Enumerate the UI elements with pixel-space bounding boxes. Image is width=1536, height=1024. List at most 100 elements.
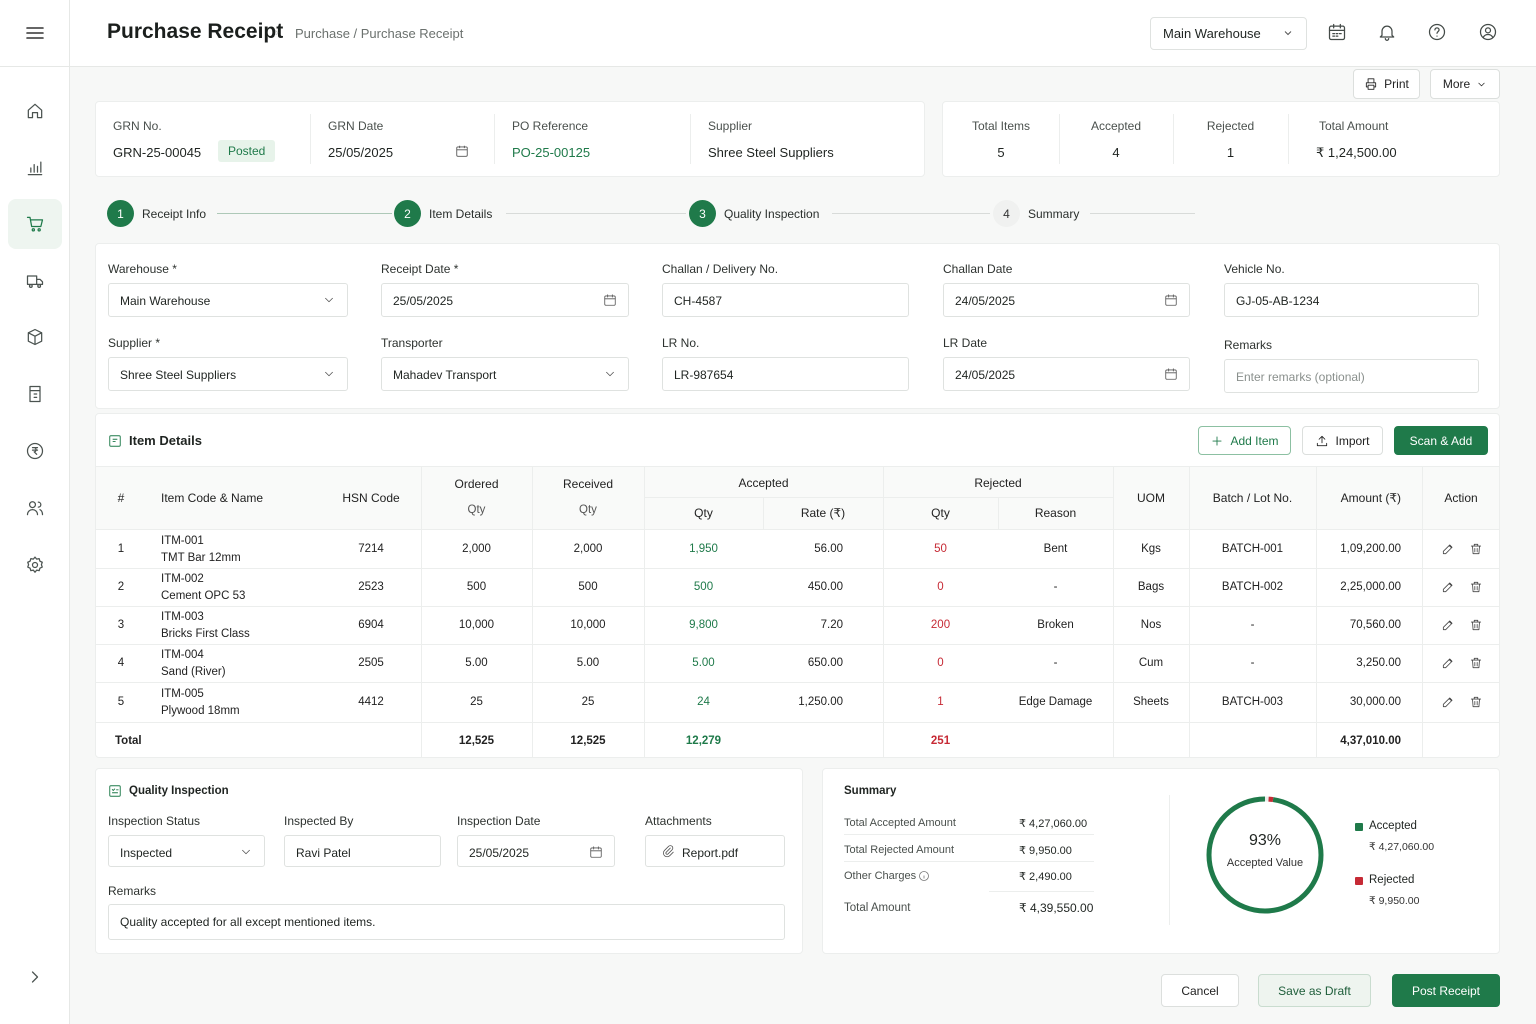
inspection-date-input[interactable]: 25/05/2025	[457, 835, 615, 867]
sidebar-item-inventory[interactable]	[8, 312, 62, 362]
reject-reason[interactable]: -	[998, 581, 1113, 593]
attachment-file[interactable]: Report.pdf	[645, 835, 785, 867]
reject-reason[interactable]: -	[998, 657, 1113, 669]
reject-reason[interactable]: Broken	[998, 619, 1113, 631]
bar-chart-icon	[27, 161, 43, 176]
row-num: 5	[117, 696, 125, 708]
post-receipt-button[interactable]: Post Receipt	[1392, 974, 1500, 1007]
lr-date-input[interactable]: 24/05/2025	[943, 357, 1190, 391]
step-3-label[interactable]: Quality Inspection	[724, 207, 819, 221]
hamburger-icon[interactable]	[25, 25, 45, 41]
accepted-rate[interactable]: 450.00	[763, 581, 843, 593]
delete-button[interactable]	[1469, 618, 1483, 635]
batch-lot[interactable]: -	[1189, 619, 1316, 631]
po-reference-link[interactable]: PO-25-00125	[512, 145, 590, 160]
sidebar-item-delivery[interactable]	[8, 256, 62, 306]
donut-percent: 93%	[1248, 832, 1282, 849]
print-button[interactable]: Print	[1353, 69, 1420, 99]
accepted-qty[interactable]: 1,950	[644, 543, 763, 555]
remarks-input[interactable]: Enter remarks (optional)	[1224, 359, 1479, 393]
receipt-date-input[interactable]: 25/05/2025	[381, 283, 629, 317]
delete-button[interactable]	[1469, 580, 1483, 597]
sidebar-item-finance[interactable]	[8, 426, 62, 476]
save-draft-button[interactable]: Save as Draft	[1258, 974, 1371, 1007]
inspection-date-value: 25/05/2025	[469, 846, 530, 860]
accepted-qty[interactable]: 5.00	[644, 657, 763, 669]
add-item-button[interactable]: Add Item	[1198, 426, 1291, 455]
inspection-status-select[interactable]: Inspected	[108, 835, 265, 867]
help-button[interactable]	[1427, 22, 1449, 44]
col-amount: Amount (₹)	[1340, 491, 1401, 505]
supplier-label: Supplier	[708, 119, 753, 133]
edit-button[interactable]	[1441, 542, 1455, 559]
delete-button[interactable]	[1469, 542, 1483, 559]
warehouse-select[interactable]: Main Warehouse	[108, 283, 348, 317]
accepted-qty[interactable]: 500	[644, 581, 763, 593]
transporter-select[interactable]: Mahadev Transport	[381, 357, 629, 391]
batch-lot[interactable]: BATCH-001	[1189, 543, 1316, 555]
uom: Nos	[1140, 619, 1162, 631]
pencil-icon	[1442, 582, 1453, 593]
sidebar-item-purchase[interactable]	[8, 199, 62, 249]
challan-date-input[interactable]: 24/05/2025	[943, 283, 1190, 317]
sidebar-expand[interactable]	[8, 952, 62, 1002]
edit-button[interactable]	[1441, 580, 1455, 597]
rejected-qty[interactable]: 1	[883, 696, 998, 708]
rejected-qty[interactable]: 0	[883, 657, 998, 669]
step-1-label[interactable]: Receipt Info	[142, 207, 206, 221]
more-button[interactable]: More	[1430, 69, 1500, 99]
rejected-qty[interactable]: 200	[883, 619, 998, 631]
calendar-button[interactable]	[1327, 22, 1349, 44]
edit-button[interactable]	[1441, 695, 1455, 712]
amount: 1,09,200.00	[1340, 543, 1401, 555]
cancel-button[interactable]: Cancel	[1161, 974, 1239, 1007]
sidebar-item-settings[interactable]	[8, 540, 62, 590]
edit-button[interactable]	[1441, 618, 1455, 635]
rejected-qty[interactable]: 50	[883, 543, 998, 555]
edit-button[interactable]	[1441, 656, 1455, 673]
accepted-rate[interactable]: 1,250.00	[763, 696, 843, 708]
po-reference-label: PO Reference	[512, 119, 589, 133]
grn-date-value: 25/05/2025	[328, 145, 394, 160]
step-2-circle[interactable]: 2	[394, 200, 421, 227]
accepted-rate[interactable]: 650.00	[763, 657, 843, 669]
challan-no-input[interactable]: CH-4587	[662, 283, 909, 317]
step-2-label[interactable]: Item Details	[429, 207, 492, 221]
step-1-circle[interactable]: 1	[107, 200, 134, 227]
inspected-by-input[interactable]: Ravi Patel	[284, 835, 441, 867]
vehicle-no-input[interactable]: GJ-05-AB-1234	[1224, 283, 1479, 317]
accepted-qty[interactable]: 24	[644, 696, 763, 708]
batch-lot[interactable]: BATCH-002	[1189, 581, 1316, 593]
attachments-label: Attachments	[645, 814, 712, 828]
reject-reason[interactable]: Edge Damage	[998, 696, 1113, 708]
sidebar-item-reports[interactable]	[8, 143, 62, 193]
lr-no-input[interactable]: LR-987654	[662, 357, 909, 391]
batch-lot[interactable]: BATCH-003	[1189, 696, 1316, 708]
quality-remarks-input[interactable]: Quality accepted for all except mentione…	[108, 904, 785, 940]
warehouse-select[interactable]: Main Warehouse	[1150, 17, 1307, 50]
calendar-icon[interactable]	[455, 144, 469, 158]
step-4-circle[interactable]: 4	[993, 200, 1020, 227]
supplier-select[interactable]: Shree Steel Suppliers	[108, 357, 348, 391]
scan-add-button[interactable]: Scan & Add	[1394, 426, 1488, 455]
accepted-rate[interactable]: 7.20	[763, 619, 843, 631]
sidebar-item-invoices[interactable]	[8, 369, 62, 419]
delete-button[interactable]	[1469, 695, 1483, 712]
batch-lot[interactable]: -	[1189, 657, 1316, 669]
info-icon[interactable]	[918, 870, 930, 882]
reject-reason[interactable]: Bent	[998, 543, 1113, 555]
notifications-button[interactable]	[1377, 22, 1399, 44]
sidebar-item-home[interactable]	[8, 86, 62, 136]
delete-button[interactable]	[1469, 656, 1483, 673]
rejected-qty[interactable]: 0	[883, 581, 998, 593]
legend-accepted-label: Accepted	[1369, 820, 1417, 832]
sidebar-item-users[interactable]	[8, 483, 62, 533]
breadcrumb[interactable]: Purchase / Purchase Receipt	[295, 26, 463, 41]
import-button[interactable]: Import	[1302, 426, 1383, 455]
accepted-rate[interactable]: 56.00	[763, 543, 843, 555]
accepted-qty[interactable]: 9,800	[644, 619, 763, 631]
menu-toggle[interactable]	[0, 0, 69, 67]
profile-button[interactable]	[1478, 22, 1500, 44]
step-4-label[interactable]: Summary	[1028, 207, 1079, 221]
step-3-circle[interactable]: 3	[689, 200, 716, 227]
